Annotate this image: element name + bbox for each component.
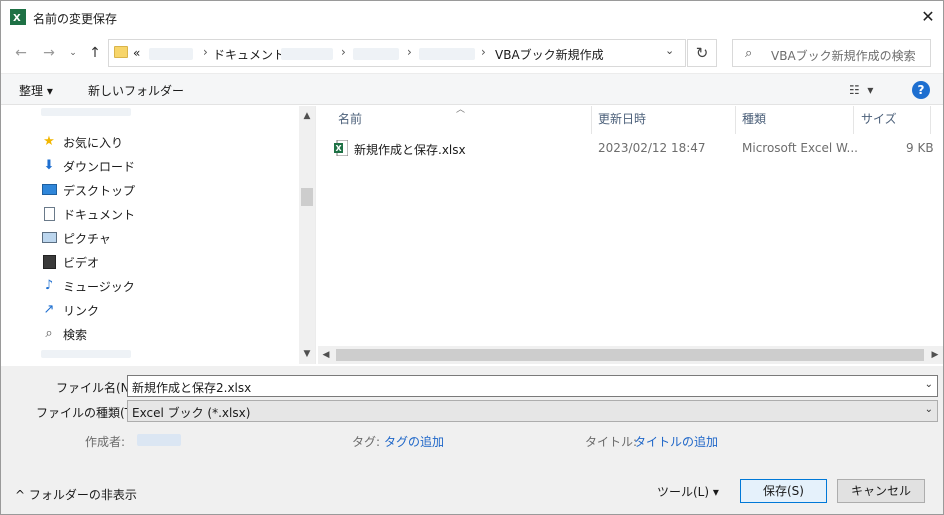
- file-size: 9 KB: [906, 141, 934, 155]
- column-divider[interactable]: [735, 106, 736, 134]
- document-icon: [41, 206, 57, 222]
- address-bar[interactable]: « › ドキュメント › › › VBAブック新規作成 ⌄: [108, 39, 686, 67]
- breadcrumb-current-folder[interactable]: VBAブック新規作成: [495, 46, 604, 63]
- column-header-size[interactable]: サイズ: [861, 110, 897, 134]
- search-icon: ⌕: [45, 326, 53, 341]
- navigation-bar: ← → ⌄ ↑ « › ドキュメント › › › VBAブック新規作成 ⌄ ↻ …: [1, 35, 943, 71]
- new-folder-button[interactable]: 新しいフォルダー: [88, 82, 184, 99]
- command-toolbar: 整理 ▾ 新しいフォルダー ☷ ▾ ?: [1, 73, 943, 105]
- navigation-scrollbar[interactable]: ▲ ▼: [299, 106, 315, 364]
- author-value-redacted[interactable]: [137, 434, 181, 446]
- save-as-dialog: X 名前の変更保存 ✕ ← → ⌄ ↑ « › ドキュメント › › › VBA…: [0, 0, 944, 515]
- title-bar: X 名前の変更保存 ✕: [1, 1, 943, 33]
- sidebar-item-label: リンク: [63, 304, 100, 318]
- file-list: 名前 ︿ 更新日時 種類 サイズ X 新規作成と保存.xlsx 2023/02/…: [318, 105, 943, 364]
- download-icon: ⬇: [43, 158, 55, 173]
- music-icon: ♪: [44, 278, 54, 293]
- chevron-down-icon[interactable]: ⌄: [665, 44, 674, 57]
- redacted-item: [41, 108, 131, 116]
- refresh-icon[interactable]: ↻: [687, 39, 717, 67]
- sidebar-item-label: お気に入り: [63, 136, 124, 150]
- redacted-item: [41, 350, 131, 358]
- chevron-down-icon[interactable]: ⌄: [925, 404, 933, 415]
- breadcrumb-overflow[interactable]: «: [133, 46, 140, 60]
- star-icon: ★: [43, 134, 55, 149]
- organize-button[interactable]: 整理 ▾: [19, 82, 53, 99]
- folder-icon: [114, 46, 128, 58]
- redacted-path: [281, 48, 333, 60]
- svg-text:X: X: [336, 144, 343, 153]
- help-icon[interactable]: ?: [912, 81, 930, 99]
- column-header-modified[interactable]: 更新日時: [598, 110, 646, 134]
- file-list-scrollbar[interactable]: ◀ ▶: [318, 346, 943, 364]
- scrollbar-thumb[interactable]: [301, 188, 313, 206]
- navigation-pane: ★ お気に入り ⬇ ダウンロード デスクトップ ドキュメント ピクチャ ビデオ …: [1, 106, 316, 364]
- filename-field[interactable]: 新規作成と保存2.xlsx ⌄: [127, 375, 938, 397]
- breadcrumb-separator[interactable]: ›: [203, 45, 208, 59]
- picture-icon: [41, 230, 57, 246]
- filetype-value: Excel ブック (*.xlsx): [132, 406, 251, 420]
- search-box[interactable]: ⌕ VBAブック新規作成の検索: [732, 39, 931, 67]
- breadcrumb-separator[interactable]: ›: [341, 45, 346, 59]
- arrow-up-icon[interactable]: ↑: [85, 43, 105, 63]
- video-icon: [41, 254, 57, 270]
- chevron-down-icon[interactable]: ⌄: [925, 379, 933, 390]
- title-label: タイトル:: [585, 435, 638, 449]
- view-options-icon[interactable]: ☷ ▾: [849, 83, 873, 97]
- add-tags-link[interactable]: タグの追加: [384, 433, 444, 450]
- add-title-link[interactable]: タイトルの追加: [634, 433, 718, 450]
- sidebar-item-label: 検索: [63, 328, 88, 342]
- hide-folders-button[interactable]: ^ フォルダーの非表示: [15, 486, 137, 503]
- sidebar-item-label: ドキュメント: [63, 208, 136, 222]
- file-name: 新規作成と保存.xlsx: [354, 143, 466, 157]
- tags-label: タグ:: [352, 435, 381, 449]
- scroll-left-icon[interactable]: ◀: [318, 346, 334, 364]
- redacted-path: [353, 48, 399, 60]
- filename-value: 新規作成と保存2.xlsx: [132, 381, 252, 395]
- chevron-down-icon[interactable]: ⌄: [63, 43, 83, 63]
- scroll-right-icon[interactable]: ▶: [927, 346, 943, 364]
- save-form: ファイル名(N): 新規作成と保存2.xlsx ⌄ ファイルの種類(T): Ex…: [1, 366, 943, 514]
- save-button[interactable]: 保存(S): [740, 479, 827, 503]
- breadcrumb-documents[interactable]: ドキュメント: [213, 46, 285, 63]
- column-divider[interactable]: [853, 106, 854, 134]
- breadcrumb-separator[interactable]: ›: [481, 45, 486, 59]
- scroll-up-icon[interactable]: ▲: [299, 108, 315, 124]
- desktop-icon: [41, 182, 57, 198]
- sort-ascending-icon: ︿: [456, 105, 466, 115]
- column-header-name[interactable]: 名前: [338, 110, 362, 134]
- column-header-type[interactable]: 種類: [742, 110, 766, 134]
- filetype-label: ファイルの種類(T):: [36, 406, 141, 420]
- sidebar-item-label: デスクトップ: [63, 184, 136, 198]
- table-row[interactable]: X 新規作成と保存.xlsx 2023/02/12 18:47 Microsof…: [332, 139, 938, 159]
- author-label: 作成者:: [85, 435, 126, 449]
- arrow-left-icon[interactable]: ←: [11, 43, 31, 63]
- column-divider[interactable]: [591, 106, 592, 134]
- breadcrumb-separator[interactable]: ›: [407, 45, 412, 59]
- excel-file-icon: X: [334, 140, 348, 156]
- window-title: 名前の変更保存: [33, 12, 118, 26]
- file-modified: 2023/02/12 18:47: [598, 141, 706, 155]
- sidebar-item-label: ビデオ: [63, 256, 100, 270]
- tools-menu-button[interactable]: ツール(L) ▾: [657, 483, 719, 500]
- svg-text:X: X: [13, 13, 21, 24]
- cancel-button[interactable]: キャンセル: [837, 479, 925, 503]
- sidebar-item-label: ピクチャ: [63, 232, 111, 246]
- redacted-path: [419, 48, 475, 60]
- search-icon: ⌕: [745, 46, 753, 61]
- column-divider[interactable]: [930, 106, 931, 134]
- sidebar-item-label: ダウンロード: [63, 160, 136, 174]
- scroll-down-icon[interactable]: ▼: [299, 346, 315, 362]
- sidebar-item-label: ミュージック: [63, 280, 135, 294]
- scrollbar-thumb[interactable]: [336, 349, 924, 361]
- redacted-path: [149, 48, 193, 60]
- close-icon[interactable]: ✕: [913, 3, 943, 31]
- link-icon: ↗: [43, 302, 55, 317]
- file-type: Microsoft Excel W...: [742, 141, 858, 155]
- arrow-right-icon[interactable]: →: [39, 43, 59, 63]
- filetype-select[interactable]: Excel ブック (*.xlsx) ⌄: [127, 400, 938, 422]
- search-placeholder: VBAブック新規作成の検索: [771, 49, 916, 63]
- excel-icon: X: [10, 9, 26, 25]
